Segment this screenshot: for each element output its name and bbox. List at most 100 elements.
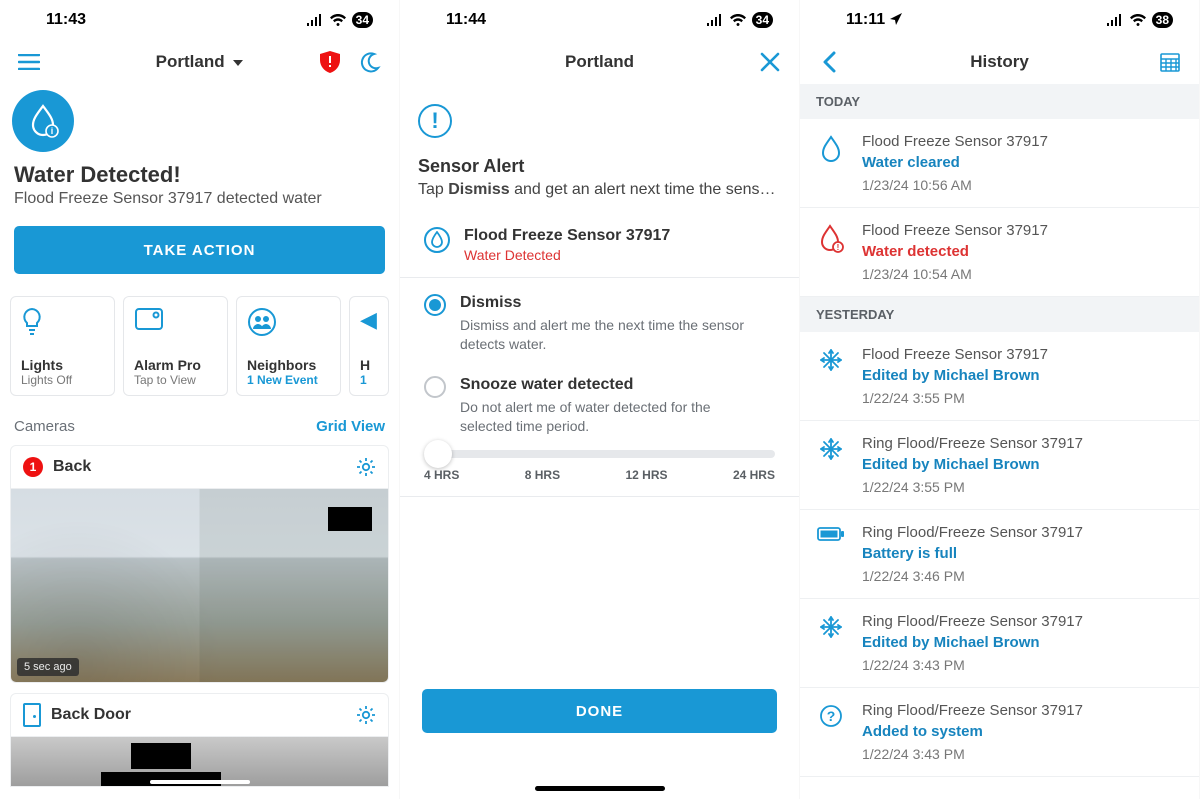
option-snooze[interactable]: Snooze water detected Do not alert me of… xyxy=(400,354,799,436)
gear-icon xyxy=(356,705,376,725)
event-type: Edited by Michael Brown xyxy=(862,367,1048,384)
event-icon xyxy=(816,346,846,406)
back-button[interactable] xyxy=(812,45,846,79)
doorbell-icon xyxy=(23,703,41,727)
camera-preview-back-door[interactable] xyxy=(10,737,389,787)
event-type: Edited by Michael Brown xyxy=(862,456,1083,473)
event-time: 1/22/24 3:55 PM xyxy=(862,390,1048,406)
event-time: 1/22/24 3:55 PM xyxy=(862,479,1083,495)
history-event-row[interactable]: Flood Freeze Sensor 37917 Edited by Micha… xyxy=(800,332,1199,421)
screen-sensor-alert: 11:44 34 Portland ! Sensor Alert Tap Dis… xyxy=(400,0,800,799)
camera-preview-back[interactable]: 5 sec ago xyxy=(10,489,389,683)
tile-neighbors[interactable]: Neighbors 1 New Event xyxy=(236,296,341,396)
alert-subtitle: Flood Freeze Sensor 37917 detected water xyxy=(0,188,399,220)
menu-button[interactable] xyxy=(12,45,46,79)
close-icon xyxy=(759,51,781,73)
camera-name: Back xyxy=(53,458,91,476)
home-indicator xyxy=(150,780,250,784)
grid-view-link[interactable]: Grid View xyxy=(316,418,385,435)
event-type: Added to system xyxy=(862,723,1083,740)
calendar-icon xyxy=(1159,51,1181,73)
water-alert-badge: i xyxy=(12,90,74,152)
tile-alarm-pro[interactable]: Alarm Pro Tap to View xyxy=(123,296,228,396)
page-title: History xyxy=(800,52,1199,72)
tile-label: Neighbors xyxy=(247,357,330,373)
location-arrow-icon xyxy=(890,13,902,25)
gear-icon xyxy=(356,457,376,477)
device-name: Flood Freeze Sensor 37917 xyxy=(464,227,670,245)
tick-label: 8 HRS xyxy=(525,468,560,482)
camera-name: Back Door xyxy=(51,706,131,724)
history-event-row[interactable]: !Flood Freeze Sensor 37917Water detected… xyxy=(800,208,1199,297)
event-device: Ring Flood/Freeze Sensor 37917 xyxy=(862,524,1083,541)
radio-unselected-icon xyxy=(424,376,446,398)
event-icon: ? xyxy=(816,702,846,762)
event-type: Battery is full xyxy=(862,545,1083,562)
history-event-row[interactable]: ? Ring Flood/Freeze Sensor 37917 Added to … xyxy=(800,688,1199,777)
event-time: 1/22/24 3:43 PM xyxy=(862,657,1083,673)
wifi-icon xyxy=(729,14,747,26)
take-action-button[interactable]: TAKE ACTION xyxy=(14,226,385,274)
section-today: TODAY xyxy=(800,84,1199,119)
history-header: History xyxy=(800,40,1199,84)
history-event-row[interactable]: Ring Flood/Freeze Sensor 37917Edited by … xyxy=(800,421,1199,510)
home-header: Portland xyxy=(0,40,399,84)
tile-sub: 1 xyxy=(360,373,378,387)
history-event-row[interactable]: Ring Flood/Freeze Sensor 37917Edited by … xyxy=(800,599,1199,688)
option-dismiss[interactable]: Dismiss Dismiss and alert me the next ti… xyxy=(400,278,799,354)
status-bar: 11:11 38 xyxy=(800,0,1199,40)
tile-sub: Tap to View xyxy=(134,373,217,387)
alarm-shield-button[interactable] xyxy=(313,45,347,79)
water-drop-icon xyxy=(424,227,450,253)
cellular-icon xyxy=(706,14,724,26)
event-type: Water detected xyxy=(862,243,1048,260)
tile-label: H xyxy=(360,357,378,373)
tick-label: 12 HRS xyxy=(626,468,668,482)
camera-timestamp: 5 sec ago xyxy=(17,658,79,676)
snooze-slider[interactable] xyxy=(424,450,775,458)
cellular-icon xyxy=(1106,14,1124,26)
option-desc: Dismiss and alert me the next time the s… xyxy=(460,316,750,354)
svg-text:i: i xyxy=(51,126,54,136)
calendar-button[interactable] xyxy=(1153,45,1187,79)
event-icon xyxy=(816,524,846,584)
close-button[interactable] xyxy=(753,45,787,79)
tile-sub: Lights Off xyxy=(21,373,104,387)
alert-icon: ! xyxy=(418,104,452,138)
alert-device-row: Flood Freeze Sensor 37917 Water Detected xyxy=(400,217,799,278)
chevron-down-icon xyxy=(233,60,243,66)
alert-heading: Sensor Alert xyxy=(400,156,799,181)
section-yesterday: YESTERDAY xyxy=(800,297,1199,332)
event-icon xyxy=(816,133,846,193)
tile-partial[interactable]: ◀ H 1 xyxy=(349,296,389,396)
history-event-row[interactable]: Flood Freeze Sensor 37917Water cleared1/… xyxy=(800,119,1199,208)
status-bar: 11:44 34 xyxy=(400,0,799,40)
tile-label: Lights xyxy=(21,357,104,373)
camera-bar-back[interactable]: 1 Back xyxy=(10,445,389,489)
event-count-badge: 1 xyxy=(23,457,43,477)
radio-selected-icon xyxy=(424,294,446,316)
option-title: Dismiss xyxy=(460,294,750,312)
status-time: 11:11 xyxy=(846,11,902,29)
option-desc: Do not alert me of water detected for th… xyxy=(460,398,750,436)
slider-thumb[interactable] xyxy=(424,440,452,468)
event-device: Ring Flood/Freeze Sensor 37917 xyxy=(862,702,1083,719)
chevron-left-icon xyxy=(822,51,836,73)
event-device: Flood Freeze Sensor 37917 xyxy=(862,346,1048,363)
water-drop-icon: i xyxy=(27,103,59,139)
night-mode-button[interactable] xyxy=(353,45,387,79)
camera-settings-button[interactable] xyxy=(356,457,376,477)
done-button[interactable]: DONE xyxy=(422,689,777,733)
camera-settings-button[interactable] xyxy=(356,705,376,725)
history-event-row[interactable]: Ring Flood/Freeze Sensor 37917 Battery is… xyxy=(800,510,1199,599)
moon-icon xyxy=(359,51,381,73)
tile-lights[interactable]: Lights Lights Off xyxy=(10,296,115,396)
wifi-icon xyxy=(1129,14,1147,26)
slider-ticks: 4 HRS 8 HRS 12 HRS 24 HRS xyxy=(400,464,799,497)
event-time: 1/23/24 10:54 AM xyxy=(862,266,1048,282)
status-time: 11:43 xyxy=(46,11,86,29)
alert-modal-header: Portland xyxy=(400,40,799,84)
camera-bar-back-door[interactable]: Back Door xyxy=(10,693,389,737)
event-device: Ring Flood/Freeze Sensor 37917 xyxy=(862,613,1083,630)
status-bar: 11:43 34 xyxy=(0,0,399,40)
